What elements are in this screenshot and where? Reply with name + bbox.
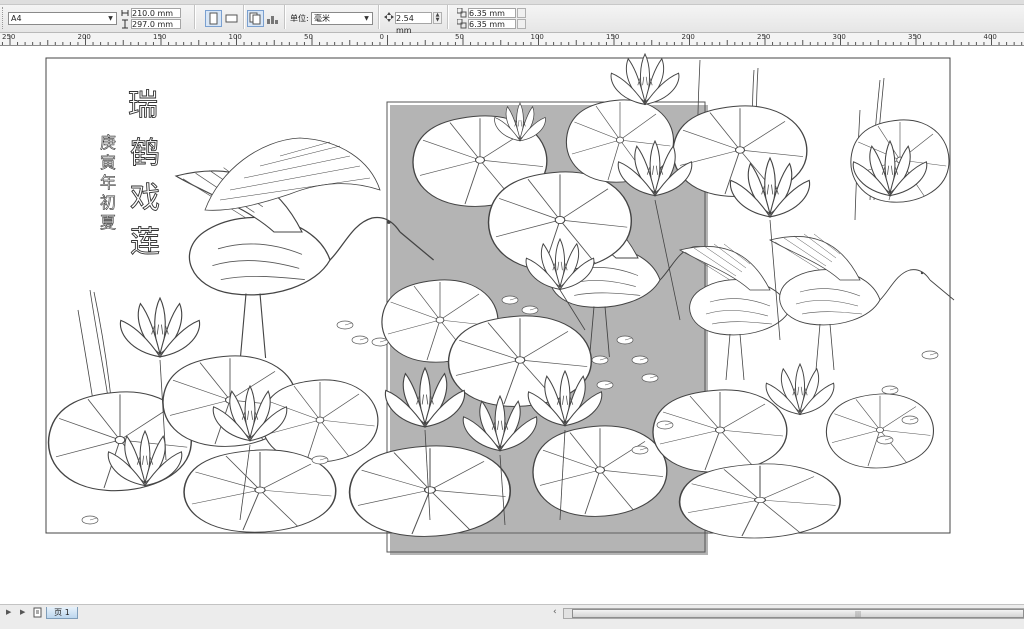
horizontal-scrollbar[interactable]: ||| xyxy=(563,608,1024,619)
ruler-label: 350 xyxy=(908,33,922,41)
separator xyxy=(284,5,286,29)
nudge-icon xyxy=(384,12,394,25)
add-page-icon[interactable] xyxy=(33,607,42,621)
scroll-left-icon[interactable]: ‹ xyxy=(553,607,557,617)
drawing-canvas[interactable]: 瑞 鹤 戏 莲 庚 寅 年 初 夏 xyxy=(0,46,1024,604)
toolbar-grip[interactable] xyxy=(2,7,6,29)
all-pages-icon xyxy=(249,12,261,25)
portrait-button[interactable] xyxy=(205,10,222,27)
nudge-distance-field[interactable]: 2.54 mm xyxy=(395,12,432,35)
page-width-value: 210.0 mm xyxy=(132,9,174,18)
page-width-field[interactable]: 210.0 mm xyxy=(131,8,181,18)
nudge-distance-value: 2.54 mm xyxy=(396,14,414,35)
page-height-icon xyxy=(121,19,129,32)
ruler-label: 100 xyxy=(530,33,544,41)
units-value: 毫米 xyxy=(314,14,330,23)
ruler-label: 100 xyxy=(228,33,242,41)
duplicate-y-spinner[interactable] xyxy=(517,19,526,29)
paper-size-value: A4 xyxy=(11,14,22,23)
duplicate-y-field[interactable]: 6.35 mm xyxy=(468,19,516,29)
title-char: 瑞 xyxy=(128,88,158,123)
inscription-char: 寅 xyxy=(100,153,116,172)
duplicate-x-value: 6.35 mm xyxy=(469,9,505,18)
ruler-label: 250 xyxy=(757,33,771,41)
ruler-label: 250 xyxy=(2,33,16,41)
inscription-char: 庚 xyxy=(100,133,116,152)
last-page-icon[interactable]: ▶ xyxy=(20,608,25,616)
units-dropdown[interactable]: 毫米 ▼ xyxy=(311,12,373,25)
separator xyxy=(378,5,380,29)
ruler-label: 150 xyxy=(153,33,167,41)
landscape-button[interactable] xyxy=(223,10,240,27)
ruler-label: 200 xyxy=(681,33,695,41)
current-page-icon xyxy=(267,16,278,24)
inscription-char: 年 xyxy=(100,173,116,192)
units-label: 单位: xyxy=(290,14,309,23)
duplicate-y-value: 6.35 mm xyxy=(469,20,505,29)
portrait-icon xyxy=(209,12,218,25)
ruler-label: 150 xyxy=(606,33,620,41)
document-navigator-bar: ▶ ▶ 页 1 ‹ ||| xyxy=(0,604,1024,629)
duplicate-x-spinner[interactable] xyxy=(517,8,526,18)
nudge-spinner[interactable]: ▲ ▼ xyxy=(433,12,442,24)
scrollbar-grip-icon: ||| xyxy=(855,611,862,618)
page-tab-1[interactable]: 页 1 xyxy=(46,607,78,619)
all-pages-button[interactable] xyxy=(247,10,264,27)
artwork: 瑞 鹤 戏 莲 庚 寅 年 初 夏 xyxy=(45,53,955,555)
horizontal-ruler[interactable]: 250 200 150 100 50 0 50 100 150 200 250 300 350 400 xyxy=(0,33,1024,46)
page-height-value: 297.0 mm xyxy=(132,20,174,29)
title-char: 莲 xyxy=(130,225,160,260)
page-height-field[interactable]: 297.0 mm xyxy=(131,19,181,29)
chevron-down-icon: ▼ xyxy=(364,15,369,22)
inscription-char: 初 xyxy=(100,193,116,212)
inscription-char: 夏 xyxy=(100,213,116,232)
landscape-icon xyxy=(225,14,238,23)
duplicate-x-field[interactable]: 6.35 mm xyxy=(468,8,516,18)
property-bar: A4 ▼ 210.0 mm 297.0 mm 单位: 毫米 ▼ 2.54 mm xyxy=(0,0,1024,35)
current-page-button[interactable] xyxy=(264,10,281,27)
separator xyxy=(243,5,245,29)
title-char: 鹤 xyxy=(130,136,160,171)
scrollbar-thumb[interactable]: ||| xyxy=(572,609,1024,618)
chevron-down-icon: ▼ xyxy=(108,15,113,22)
separator xyxy=(194,5,196,29)
first-page-icon[interactable]: ▶ xyxy=(6,608,11,616)
ruler-label: 0 xyxy=(379,33,384,41)
duplicate-y-icon xyxy=(456,18,467,32)
menu-strip-edge xyxy=(0,0,1024,5)
separator xyxy=(447,5,449,29)
ruler-label: 400 xyxy=(983,33,997,41)
ruler-label: 50 xyxy=(304,33,313,41)
paper-size-dropdown[interactable]: A4 ▼ xyxy=(8,12,117,25)
ruler-label: 300 xyxy=(832,33,846,41)
title-char: 戏 xyxy=(130,181,160,216)
ruler-label: 50 xyxy=(455,33,464,41)
ruler-label: 200 xyxy=(77,33,91,41)
